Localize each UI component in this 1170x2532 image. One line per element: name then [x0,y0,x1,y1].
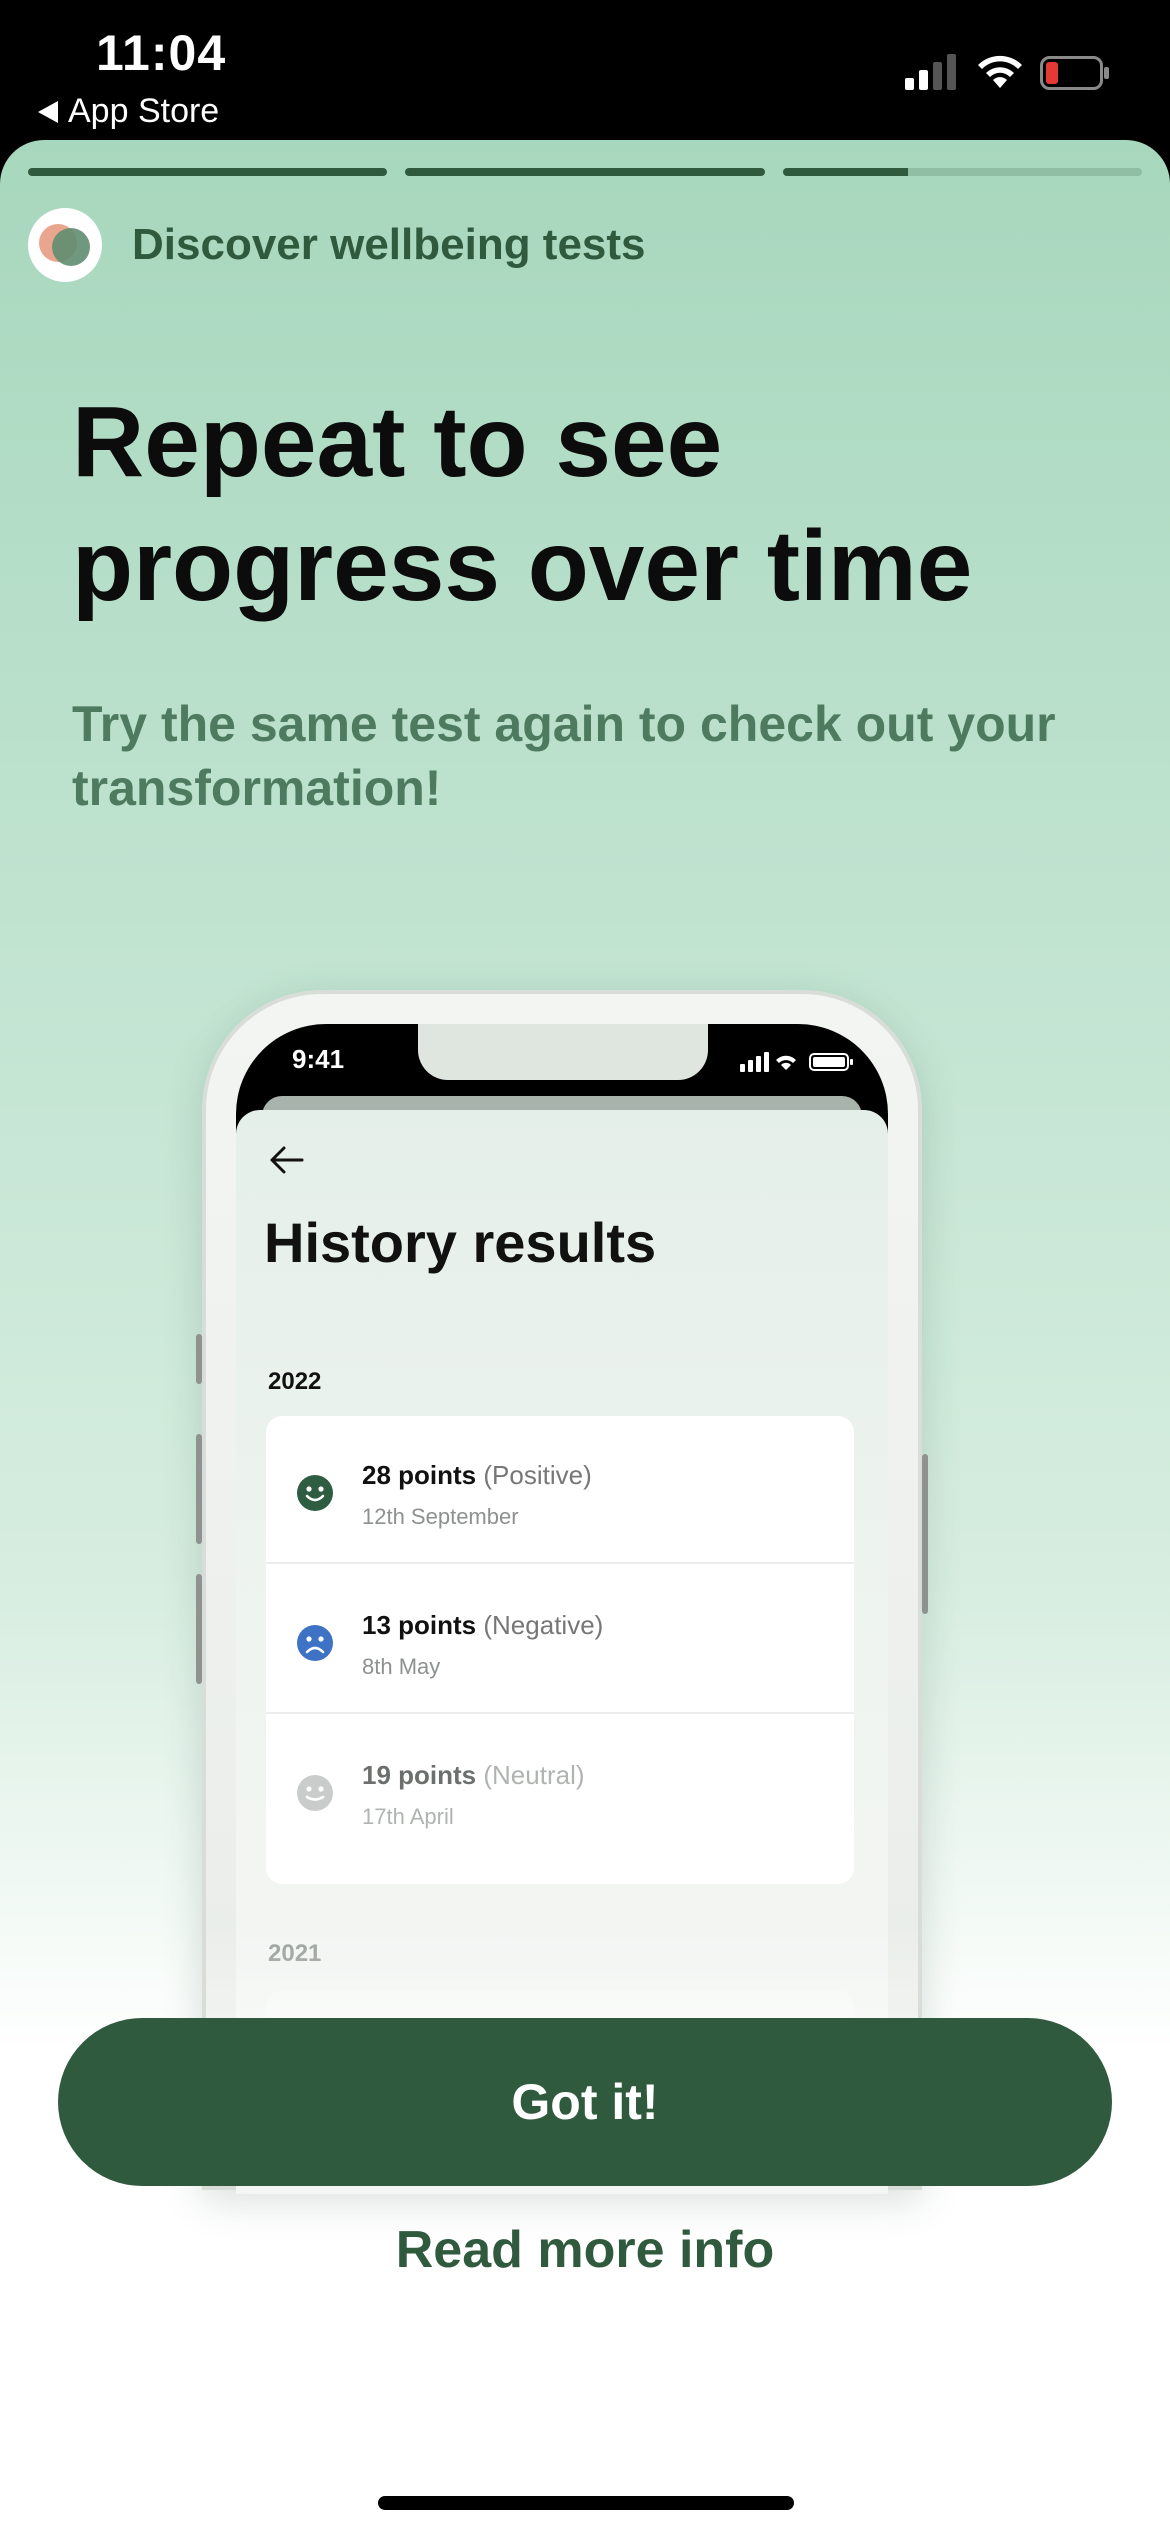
phone-notch [418,1024,708,1080]
app-logo-icon [28,208,102,282]
progress-segment [405,168,765,176]
result-date: 17th April [362,1804,454,1829]
phone-volume-up-button [196,1434,202,1544]
progress-fill [405,168,765,176]
arrow-left-icon [270,1146,304,1174]
result-row: 19 points (Neutral) 17th April [266,1716,854,1864]
phone-mockup-illustration: 9:41 History results 2022 28 points (Pos… [196,990,928,2194]
back-triangle-icon [38,100,58,123]
result-points: 28 points (Positive) [362,1460,592,1490]
page-headline: Repeat to see progress over time [72,386,973,622]
story-progress-bar [28,168,1142,176]
onboarding-sheet: Discover wellbeing tests Repeat to see p… [0,140,1170,2532]
result-date: 12th September [362,1504,519,1529]
back-label: App Store [68,92,220,130]
wifi-icon [978,55,1022,88]
year-heading: 2022 [268,1368,322,1395]
home-indicator[interactable] [378,2496,794,2510]
result-date: 8th May [362,1654,441,1679]
progress-fill [28,168,388,176]
history-title: History results [264,1211,657,1274]
phone-mute-switch [196,1334,202,1384]
results-list: 28 points (Positive) 12th September 13 p [266,1416,854,1884]
progress-segment [782,168,1142,176]
phone-power-button [922,1454,928,1614]
read-more-info-link[interactable]: Read more info [0,2220,1170,2280]
progress-fill [782,168,909,176]
got-it-button[interactable]: Got it! [58,2018,1112,2186]
result-row: 28 points (Positive) 12th September [266,1416,854,1564]
battery-low-icon [1040,56,1109,90]
phone-volume-down-button [196,1574,202,1684]
back-to-app-store-link[interactable]: App Store [38,92,219,131]
page-subtitle: Try the same test again to check out you… [72,696,1056,816]
result-row: 13 points (Negative) 8th May [266,1566,854,1714]
sad-face-icon [297,1625,333,1661]
result-points: 13 points (Negative) [362,1610,604,1640]
mockup-status-time: 9:41 [292,1044,345,1074]
result-points: 19 points (Neutral) [362,1760,585,1790]
status-time: 11:04 [96,25,227,81]
header-title: Discover wellbeing tests [132,220,646,269]
neutral-face-icon [297,1775,333,1811]
status-bar: 11:04 App Store [0,0,1170,150]
sheet-header: Discover wellbeing tests [28,208,646,282]
mockup-status-icons [740,1052,853,1072]
happy-face-icon [297,1475,333,1511]
cellular-signal-icon [905,54,956,90]
progress-segment [28,168,388,176]
